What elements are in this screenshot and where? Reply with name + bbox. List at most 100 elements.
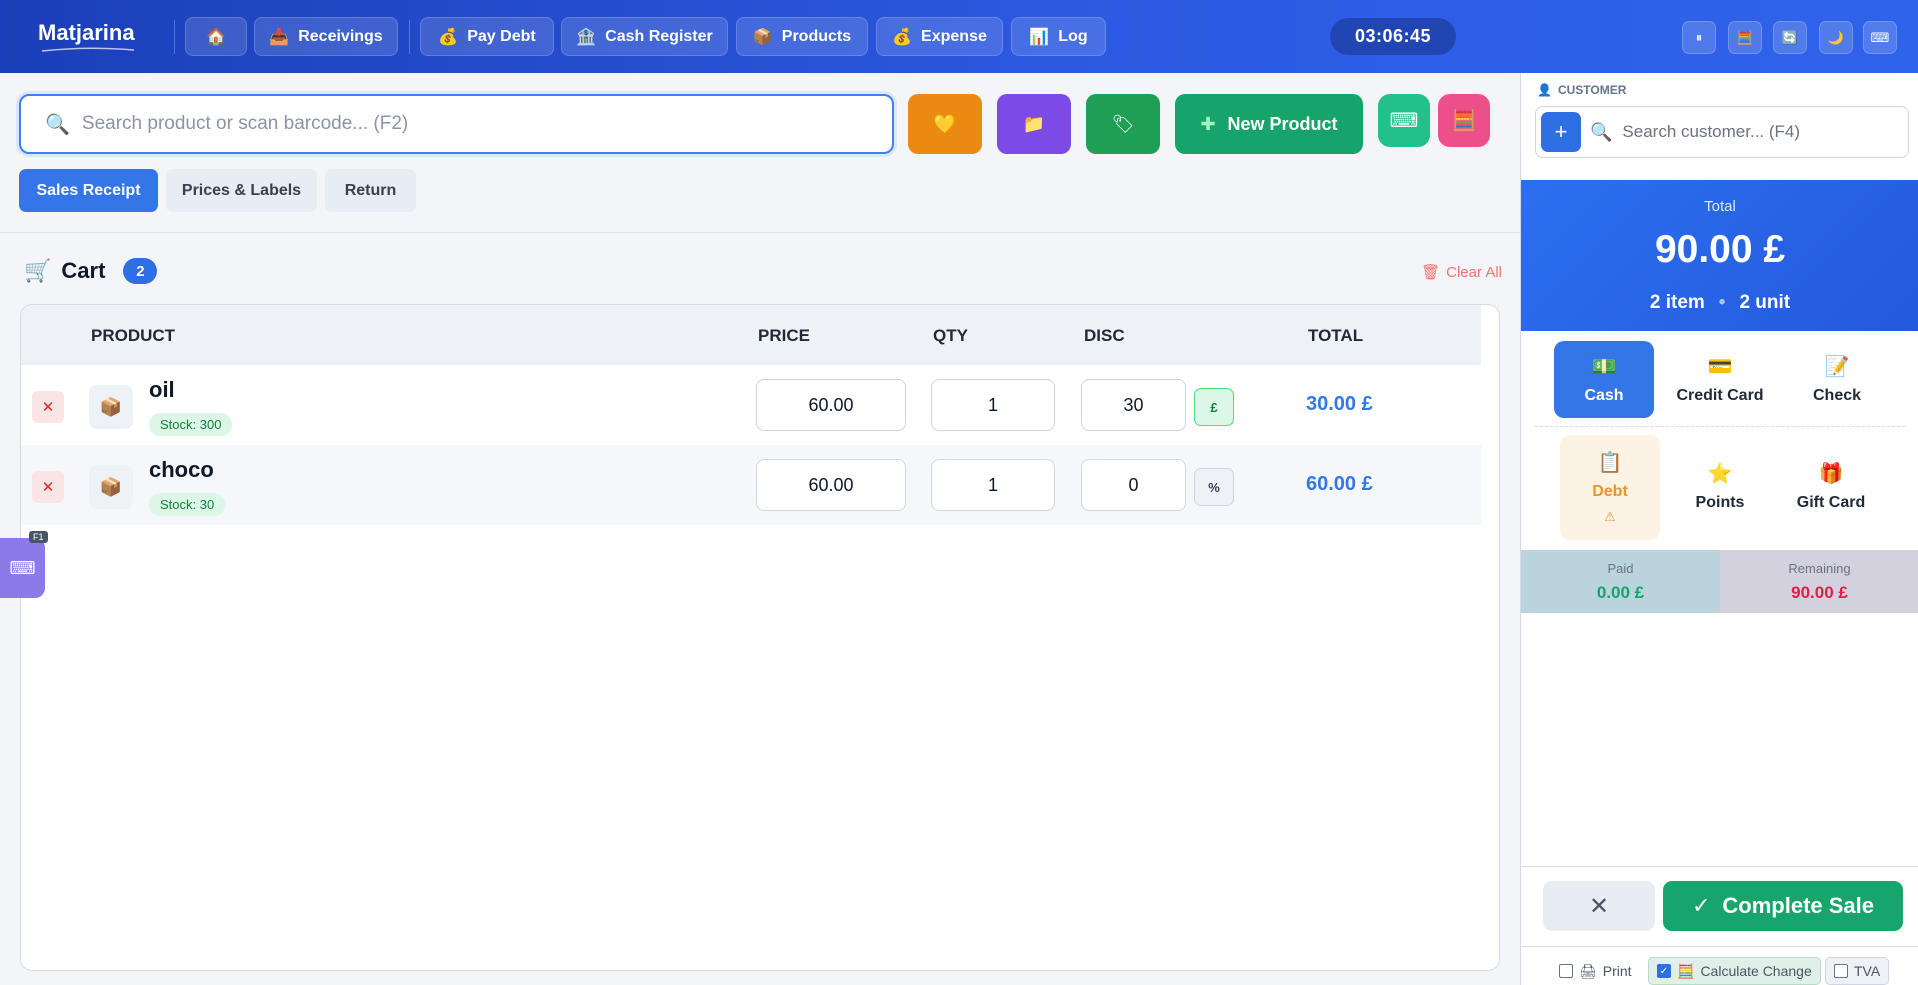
floating-keyboard-button[interactable]: ⌨	[0, 538, 45, 598]
product-search-box[interactable]: 🔍	[19, 94, 894, 154]
package-icon: 📦	[99, 396, 123, 417]
payment-check-button[interactable]: 📝 Check	[1787, 341, 1887, 418]
cart-table-header: PRODUCT PRICE QTY DISC TOTAL	[21, 305, 1481, 365]
package-icon: 📦	[99, 476, 123, 497]
new-product-button[interactable]: ✚ New Product	[1175, 94, 1363, 154]
calculate-change-label: Calculate Change	[1700, 963, 1812, 979]
stock-badge: Stock: 30	[149, 493, 226, 516]
calculator-button[interactable]: 🧮	[1438, 94, 1490, 147]
customer-label: 👤 CUSTOMER	[1537, 83, 1626, 97]
favorites-button[interactable]: 💛	[908, 94, 982, 154]
nav-receivings-button[interactable]: 📥 Receivings	[254, 17, 398, 56]
nav-home-button[interactable]: 🏠	[185, 17, 247, 56]
refresh-icon: 🔄	[1781, 29, 1799, 45]
customer-search-box[interactable]: + 🔍	[1535, 106, 1909, 158]
nav-products-button[interactable]: 📦 Products	[736, 17, 868, 56]
virtual-keyboard-button[interactable]: ⌨	[1378, 94, 1430, 147]
printer-icon: 🖨	[1579, 962, 1597, 979]
column-product: PRODUCT	[91, 326, 176, 345]
categories-button[interactable]: 📁	[997, 94, 1071, 154]
brand-logo[interactable]: Matjarina	[38, 20, 135, 46]
table-row: ✕ 📦 oil Stock: 300 60.00 1 30 £ 30.00 £	[21, 365, 1481, 445]
total-summary: Total 90.00 £ 2 item • 2 unit	[1521, 180, 1918, 331]
tab-return[interactable]: Return	[325, 169, 416, 212]
customer-label-text: CUSTOMER	[1557, 83, 1627, 97]
clear-all-label: Clear All	[1446, 263, 1502, 281]
calculator-icon: 🧮	[1451, 110, 1477, 132]
total-amount: 90.00 £	[1654, 228, 1786, 271]
pause-icon: ⏸	[1695, 29, 1703, 45]
check-icon: ✓	[1691, 893, 1711, 918]
clear-all-button[interactable]: 🗑 Clear All	[1421, 263, 1502, 282]
price-input[interactable]: 60.00	[756, 459, 906, 511]
payment-label: Credit Card	[1676, 387, 1764, 404]
quantity-input[interactable]: 1	[931, 379, 1055, 431]
credit-card-icon: 💳	[1707, 356, 1733, 378]
calculate-change-option[interactable]: ✓ 🧮 Calculate Change	[1648, 957, 1821, 985]
tva-label: TVA	[1854, 963, 1881, 979]
print-checkbox[interactable]	[1559, 964, 1573, 978]
discount-type-toggle[interactable]: %	[1194, 468, 1234, 506]
pause-button[interactable]: ⏸	[1682, 21, 1716, 54]
unit-count: 2 unit	[1739, 292, 1791, 313]
product-name: choco	[149, 457, 214, 482]
tag-icon: 🏷	[1111, 113, 1135, 134]
gift-icon: 🎁	[1818, 463, 1844, 485]
nav-separator	[409, 20, 410, 54]
tva-option[interactable]: TVA	[1825, 957, 1890, 985]
remaining-label: Remaining	[1788, 561, 1851, 576]
payment-cash-button[interactable]: 💵 Cash	[1554, 341, 1654, 418]
product-thumbnail: 📦	[89, 465, 133, 509]
paid-amount-box: Paid 0.00 £	[1521, 550, 1720, 613]
paid-amount: 0.00 £	[1596, 583, 1645, 602]
remove-item-button[interactable]: ✕	[32, 391, 64, 423]
calculator-icon: 🧮	[1677, 962, 1695, 979]
payment-debt-button[interactable]: 📋 Debt ⚠	[1560, 435, 1660, 540]
customer-search-input[interactable]	[1622, 122, 1893, 142]
payment-gift-card-button[interactable]: 🎁 Gift Card	[1781, 448, 1881, 525]
print-option[interactable]: 🖨 Print	[1551, 957, 1640, 985]
close-icon: ✕	[41, 479, 55, 496]
nav-label: Expense	[921, 27, 987, 45]
tva-checkbox[interactable]	[1834, 964, 1848, 978]
add-customer-button[interactable]: +	[1541, 112, 1581, 152]
refresh-button[interactable]: 🔄	[1773, 21, 1807, 54]
discount-type-toggle[interactable]: £	[1194, 388, 1234, 426]
money-bag-icon: 💰	[892, 28, 913, 46]
complete-sale-button[interactable]: ✓ Complete Sale	[1663, 881, 1903, 931]
package-icon: 📦	[752, 28, 773, 46]
nav-label: Pay Debt	[467, 27, 536, 45]
tab-prices-labels[interactable]: Prices & Labels	[166, 169, 317, 212]
price-input[interactable]: 60.00	[756, 379, 906, 431]
discount-input[interactable]: 0	[1081, 459, 1186, 511]
cancel-sale-button[interactable]: ✕	[1543, 881, 1655, 931]
calculator-icon: 🧮	[1736, 29, 1754, 45]
product-thumbnail: 📦	[89, 385, 133, 429]
column-total: TOTAL	[1308, 326, 1364, 345]
close-icon: ✕	[41, 399, 55, 416]
quantity-input[interactable]: 1	[931, 459, 1055, 511]
nav-log-button[interactable]: 📊 Log	[1011, 17, 1106, 56]
divider	[1535, 426, 1905, 427]
calculate-change-checkbox[interactable]: ✓	[1657, 964, 1671, 978]
memo-icon: 📝	[1824, 356, 1850, 378]
nav-cash-register-button[interactable]: 🏦 Cash Register	[561, 17, 728, 56]
payment-credit-card-button[interactable]: 💳 Credit Card	[1670, 341, 1770, 418]
discount-input[interactable]: 30	[1081, 379, 1186, 431]
keyboard-button[interactable]: ⌨	[1863, 21, 1897, 54]
top-navbar: Matjarina 🏠 📥 Receivings 💰 Pay Debt 🏦 Ca…	[0, 0, 1918, 73]
star-icon: ⭐	[1707, 463, 1733, 485]
payment-points-button[interactable]: ⭐ Points	[1670, 448, 1770, 525]
calculator-button[interactable]: 🧮	[1728, 21, 1762, 54]
price-tag-button[interactable]: 🏷	[1086, 94, 1160, 154]
product-search-input[interactable]	[81, 113, 862, 135]
warning-icon: ⚠	[1604, 509, 1616, 524]
bank-icon: 🏦	[576, 28, 597, 46]
nav-expense-button[interactable]: 💰 Expense	[876, 17, 1003, 56]
payment-label: Cash	[1584, 387, 1624, 404]
brand-underline	[41, 47, 135, 52]
nav-pay-debt-button[interactable]: 💰 Pay Debt	[420, 17, 554, 56]
remove-item-button[interactable]: ✕	[32, 471, 64, 503]
tab-sales-receipt[interactable]: Sales Receipt	[19, 169, 158, 212]
dark-mode-button[interactable]: 🌙	[1819, 21, 1853, 54]
